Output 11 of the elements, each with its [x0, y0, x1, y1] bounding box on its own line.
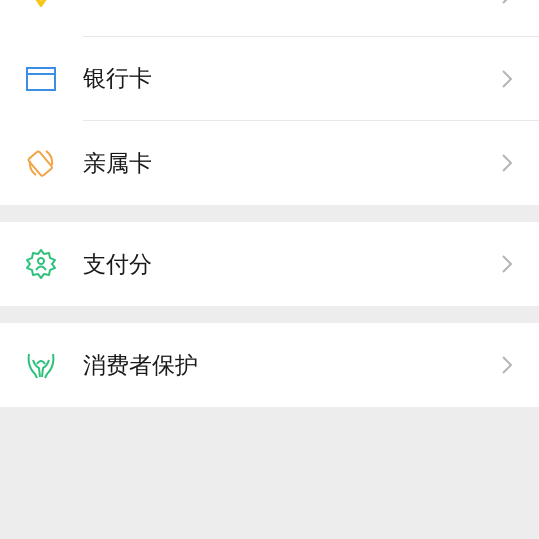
menu-item-label[interactable]: 亲属卡 [83, 148, 152, 178]
menu-item-label[interactable]: 银行卡 [83, 63, 152, 94]
menu-item-label[interactable]: 消费者保护 [83, 350, 198, 380]
chevron-icon[interactable] [502, 154, 512, 172]
cards-icon [26, 148, 56, 178]
menu-item-label[interactable]: 支付分 [83, 248, 152, 280]
card-icon [26, 67, 56, 91]
chevron-icon[interactable] [502, 255, 512, 273]
chevron-icon[interactable] [502, 356, 512, 374]
chevron-icon[interactable] [502, 70, 512, 88]
badge-person-icon [24, 248, 56, 280]
